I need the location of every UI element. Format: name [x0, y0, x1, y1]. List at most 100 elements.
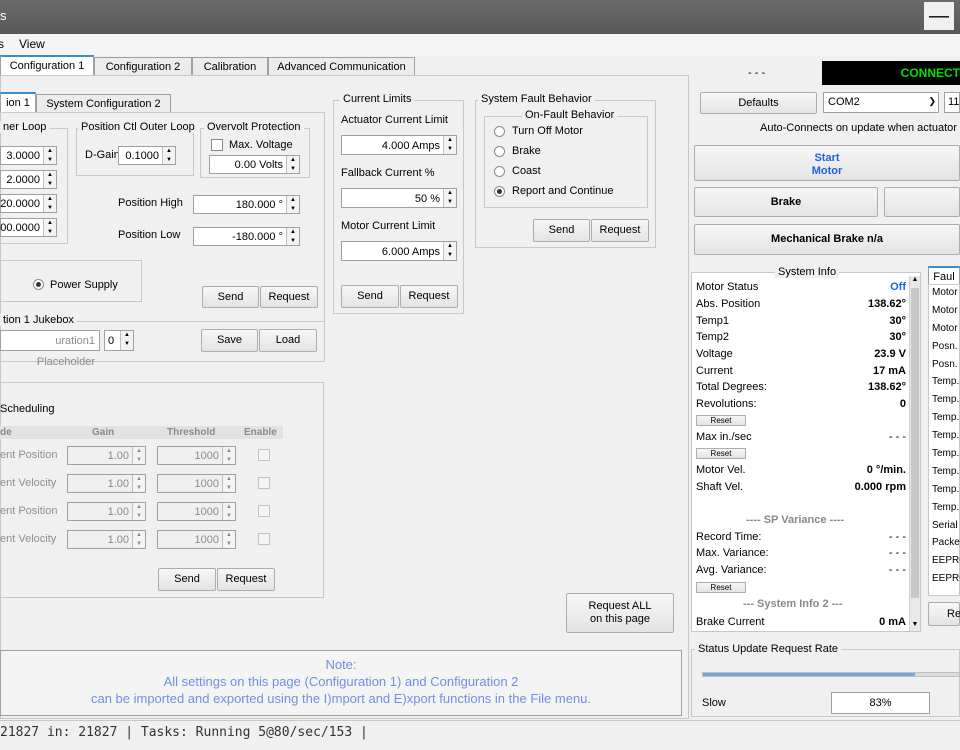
spinner-arrows-icon[interactable]: ▲ ▼	[43, 219, 56, 236]
power-supply-radio[interactable]	[33, 279, 44, 290]
brake-button[interactable]: Brake	[694, 187, 878, 217]
minimize-button[interactable]: —	[924, 2, 954, 30]
jukebox-title: tion 1 Jukebox	[0, 314, 77, 326]
dgain-field[interactable]: 0.1000 ▲ ▼	[118, 146, 176, 165]
jukebox-name-field[interactable]: uration1 Placeholder	[0, 330, 100, 368]
update-rate-slider[interactable]	[702, 672, 960, 677]
scheduling-gain-field[interactable]: 1.00 ▲ ▼	[67, 502, 146, 521]
baud-rate-select[interactable]: 11	[944, 92, 960, 113]
tab-configuration-2[interactable]: Configuration 2	[94, 57, 192, 76]
spinner-arrows-icon[interactable]: ▲ ▼	[162, 147, 175, 164]
menu-item-view[interactable]: View	[19, 37, 45, 51]
defaults-button[interactable]: Defaults	[700, 92, 817, 114]
actuator-current-limit-field[interactable]: 4.000 Amps ▲ ▼	[341, 135, 457, 155]
info-brake-current: Brake Current 0 mA	[696, 616, 906, 628]
com-port-select[interactable]: COM2 ❯	[823, 92, 939, 113]
spinner-arrows-icon[interactable]: ▲ ▼	[222, 475, 235, 492]
tab-faults[interactable]: Faul	[928, 266, 960, 284]
scheduling-enable-checkbox[interactable]	[258, 449, 270, 461]
coast-button-partial[interactable]	[884, 187, 960, 217]
scheduling-threshold-field[interactable]: 1000 ▲ ▼	[157, 446, 236, 465]
spinner-arrows-icon[interactable]: ▲ ▼	[286, 228, 299, 245]
position-high-field[interactable]: 180.000 ° ▲ ▼	[193, 195, 300, 214]
spinner-arrows-icon[interactable]: ▲ ▼	[132, 531, 145, 548]
max-voltage-checkbox[interactable]	[211, 139, 223, 151]
scroll-up-icon[interactable]: ▲	[910, 276, 920, 286]
info-shaft-vel: Shaft Vel. 0.000 rpm	[696, 481, 906, 493]
spinner-arrows-icon[interactable]: ▲ ▼	[286, 156, 299, 173]
on-fault-behavior-title: On-Fault Behavior	[522, 109, 618, 121]
spinner-arrows-icon[interactable]: ▲ ▼	[132, 503, 145, 520]
request-all-button[interactable]: Request ALL on this page	[566, 593, 674, 633]
tab-calibration[interactable]: Calibration	[192, 57, 268, 76]
scrollbar-thumb[interactable]	[911, 288, 919, 598]
fault-list-item: Temp.	[932, 465, 960, 477]
scheduling-gain-field[interactable]: 1.00 ▲ ▼	[67, 474, 146, 493]
position-low-field[interactable]: -180.000 ° ▲ ▼	[193, 227, 300, 246]
scheduling-enable-checkbox[interactable]	[258, 533, 270, 545]
info-motor-vel: Motor Vel. 0 °/min.	[696, 464, 906, 476]
inner-loop-field-2[interactable]: 2.0000 ▲ ▼	[0, 170, 57, 189]
reset-max-speed-button[interactable]: Reset	[696, 448, 746, 459]
scheduling-request-button[interactable]: Request	[217, 568, 275, 591]
scheduling-gain-field[interactable]: 1.00 ▲ ▼	[67, 446, 146, 465]
scheduling-enable-checkbox[interactable]	[258, 477, 270, 489]
tab-advanced-communication[interactable]: Advanced Communication	[268, 57, 415, 76]
fault-request-button[interactable]: Request	[591, 219, 649, 242]
spinner-arrows-icon[interactable]: ▲ ▼	[443, 136, 456, 154]
spinner-arrows-icon[interactable]: ▲ ▼	[120, 331, 133, 350]
inner-loop-field-1[interactable]: 3.0000 ▲ ▼	[0, 146, 57, 165]
scheduling-threshold-field[interactable]: 1000 ▲ ▼	[157, 502, 236, 521]
spinner-arrows-icon[interactable]: ▲ ▼	[132, 475, 145, 492]
fault-send-button[interactable]: Send	[533, 219, 590, 242]
tab-configuration-1[interactable]: Configuration 1	[0, 55, 94, 76]
spinner-arrows-icon[interactable]: ▲ ▼	[43, 171, 56, 188]
spinner-arrows-icon[interactable]: ▲ ▼	[222, 447, 235, 464]
spinner-arrows-icon[interactable]: ▲ ▼	[43, 195, 56, 212]
motor-current-limit-field[interactable]: 6.000 Amps ▲ ▼	[341, 241, 457, 261]
fault-option-turn-off-motor-radio[interactable]	[494, 126, 505, 137]
info-temp2: Temp2 30°	[696, 331, 906, 343]
note-line-1: All settings on this page (Configuration…	[163, 674, 519, 689]
fault-option-report-and-continue-radio[interactable]	[494, 186, 505, 197]
inner-loop-field-4[interactable]: 000.0000▲▼	[0, 218, 57, 237]
config-request-button[interactable]: Request	[260, 286, 318, 308]
fault-option-brake-radio[interactable]	[494, 146, 505, 157]
scheduling-threshold-field[interactable]: 1000 ▲ ▼	[157, 474, 236, 493]
jukebox-load-button[interactable]: Load	[259, 329, 317, 352]
spinner-arrows-icon[interactable]: ▲ ▼	[43, 147, 56, 164]
spinner-arrows-icon[interactable]: ▲ ▼	[286, 196, 299, 213]
current-limits-send-button[interactable]: Send	[341, 285, 399, 308]
spinner-arrows-icon[interactable]: ▲ ▼	[132, 447, 145, 464]
reset-variance-button[interactable]: Reset	[696, 582, 746, 593]
menu-item-file-partial[interactable]: s	[0, 37, 4, 51]
start-motor-button[interactable]: Start Motor	[694, 145, 960, 181]
subtab-system-configuration-2[interactable]: System Configuration 2	[36, 94, 171, 113]
scroll-down-icon[interactable]: ▼	[910, 621, 920, 631]
system-info-scrollbar[interactable]: ▲ ▼	[909, 276, 920, 631]
scheduling-send-button[interactable]: Send	[158, 568, 216, 591]
spinner-arrows-icon[interactable]: ▲ ▼	[443, 189, 456, 207]
jukebox-index-field[interactable]: 0 ▲ ▼	[104, 330, 134, 351]
reset-revolutions-button[interactable]: Reset	[696, 415, 746, 426]
mechanical-brake-button[interactable]: Mechanical Brake n/a	[694, 224, 960, 255]
scheduling-gain-field[interactable]: 1.00 ▲ ▼	[67, 530, 146, 549]
scheduling-enable-checkbox[interactable]	[258, 505, 270, 517]
reset-faults-button-partial[interactable]: Re	[928, 602, 960, 626]
spinner-arrows-icon[interactable]: ▲ ▼	[443, 242, 456, 260]
fault-list-item: Temp.	[932, 394, 960, 406]
fault-list-item: Motor	[932, 287, 958, 298]
scheduling-threshold-field[interactable]: 1000 ▲ ▼	[157, 530, 236, 549]
max-voltage-field[interactable]: 0.00 Volts ▲ ▼	[209, 155, 300, 174]
subtab-system-configuration-1[interactable]: ion 1	[0, 92, 36, 113]
fault-option-coast-radio[interactable]	[494, 166, 505, 177]
config-send-button[interactable]: Send	[202, 286, 259, 308]
spinner-arrows-icon[interactable]: ▲ ▼	[222, 503, 235, 520]
current-limits-request-button[interactable]: Request	[400, 285, 458, 308]
inner-loop-field-3[interactable]: 20.0000 ▲ ▼	[0, 194, 57, 213]
fallback-current-field[interactable]: 50 % ▲ ▼	[341, 188, 457, 208]
jukebox-save-button[interactable]: Save	[201, 329, 258, 352]
spinner-arrows-icon[interactable]: ▲ ▼	[222, 531, 235, 548]
fault-option-report-and-continue-label: Report and Continue	[512, 185, 614, 197]
fault-list-item: Temp.	[932, 501, 960, 513]
